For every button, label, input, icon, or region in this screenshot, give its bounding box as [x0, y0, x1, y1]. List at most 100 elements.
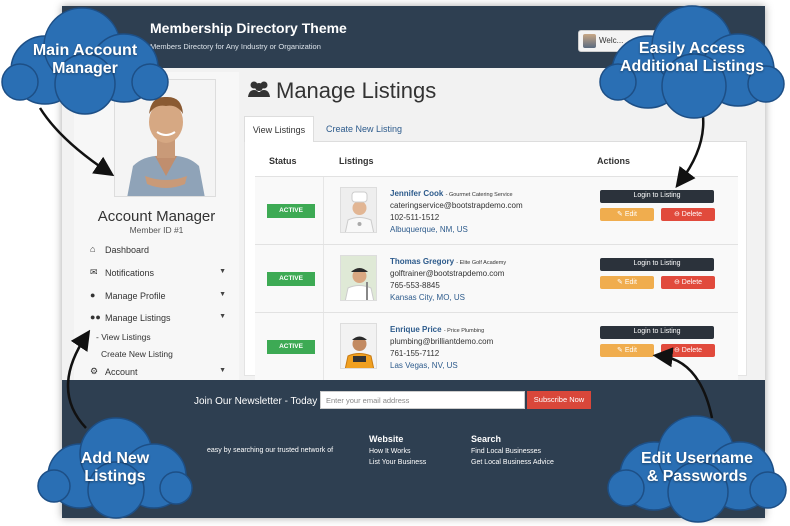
footer-website-heading: Website [369, 434, 404, 444]
callout-text: Edit Username & Passwords [606, 450, 788, 486]
listing-phone: 761-155-7112 [390, 349, 440, 358]
login-to-listing-button[interactable]: Login to Listing [600, 258, 714, 271]
users-icon [248, 78, 270, 104]
callout-line: Listings [84, 468, 146, 485]
callout-line: Easily Access [638, 40, 746, 57]
callout-main-account: Main Account Manager [0, 4, 170, 116]
stage: Membership Directory Theme Members Direc… [0, 0, 790, 526]
listing-name[interactable]: Jennifer Cook - Gourmet Catering Service [390, 189, 513, 198]
footer-link-find-businesses[interactable]: Find Local Businesses [471, 448, 541, 455]
tab-create-listing[interactable]: Create New Listing [316, 116, 412, 142]
listing-phone: 102-511-1512 [390, 213, 440, 222]
listing-tagline: - Gourmet Catering Service [445, 192, 513, 198]
sidebar-item-label: Account [105, 367, 138, 377]
listing-tagline: - Elite Golf Academy [456, 260, 507, 266]
listing-email: plumbing@brilliantdemo.com [390, 337, 494, 346]
callout-text: Add New Listings [36, 450, 194, 486]
column-header-listings: Listings [339, 156, 374, 166]
login-to-listing-button[interactable]: Login to Listing [600, 190, 714, 203]
caret-down-icon: ▼ [219, 367, 226, 374]
newsletter-label: Join Our Newsletter - Today [194, 396, 318, 407]
subscribe-button[interactable]: Subscribe Now [527, 391, 591, 409]
caret-down-icon: ▼ [219, 268, 226, 275]
minus-circle-icon: ⊖ [673, 347, 680, 354]
table-row: ACTIVE Jennifer Cook - Gourmet Catering … [255, 176, 738, 244]
sidebar-item-manage-listings[interactable]: ●● Manage Listings ▼ [90, 312, 230, 330]
edit-button[interactable]: ✎ Edit [600, 344, 654, 357]
minus-circle-icon: ⊖ [673, 279, 680, 286]
footer-link-business-advice[interactable]: Get Local Business Advice [471, 459, 554, 466]
delete-label: Delete [681, 211, 703, 218]
sidebar-item-label: Manage Listings [105, 313, 171, 323]
edit-label: Edit [624, 279, 637, 286]
sidebar-item-dashboard[interactable]: ⌂ Dashboard [90, 244, 230, 262]
envelope-icon: ✉ [90, 267, 98, 277]
table-row: ACTIVE Enrique Price - Price Plumbing pl… [255, 312, 738, 380]
listing-photo [340, 255, 377, 301]
callout-line: Main Account [32, 42, 138, 59]
callout-add-new-listings: Add New Listings [36, 414, 194, 522]
subnav-view-listings[interactable]: - View Listings [96, 332, 151, 342]
column-header-status: Status [269, 156, 297, 166]
edit-button[interactable]: ✎ Edit [600, 276, 654, 289]
sidebar-item-notifications[interactable]: ✉ Notifications ▼ [90, 267, 230, 285]
callout-line: Edit Username [640, 450, 754, 467]
sidebar-item-label: Dashboard [105, 245, 150, 255]
footer-link-list-business[interactable]: List Your Business [369, 459, 426, 466]
listing-photo [340, 187, 377, 233]
listing-name-text: Enrique Price [390, 325, 442, 334]
listing-location[interactable]: Albuquerque, NM, US [390, 225, 468, 234]
column-header-actions: Actions [597, 156, 631, 166]
sidebar-item-label: Notifications [105, 268, 155, 278]
listings-table: Status Listings Actions ACTIVE Jennifer … [244, 142, 747, 380]
column-divider [323, 313, 324, 380]
user-icon: ● [90, 290, 96, 300]
edit-label: Edit [624, 347, 637, 354]
edit-button[interactable]: ✎ Edit [600, 208, 654, 221]
table-row: ACTIVE Thomas Gregory - Elite Golf Acade… [255, 244, 738, 312]
column-divider [323, 177, 324, 244]
caret-down-icon: ▼ [219, 313, 226, 320]
footer-link-how-it-works[interactable]: How It Works [369, 448, 411, 455]
callout-line: Additional Listings [620, 58, 764, 75]
callout-line: & Passwords [646, 468, 748, 485]
account-name: Account Manager [97, 208, 216, 225]
caret-down-icon: ▼ [219, 291, 226, 298]
gear-icon: ⚙ [90, 366, 99, 376]
delete-button[interactable]: ⊖ Delete [661, 208, 715, 221]
sidebar-item-manage-profile[interactable]: ● Manage Profile ▼ [90, 290, 230, 308]
column-divider [323, 245, 324, 312]
listing-name-text: Jennifer Cook [390, 189, 444, 198]
listing-name[interactable]: Thomas Gregory - Elite Golf Academy [390, 257, 506, 266]
callout-text: Main Account Manager [0, 42, 170, 78]
listing-name[interactable]: Enrique Price - Price Plumbing [390, 325, 484, 334]
listing-photo [340, 323, 377, 369]
member-id: Member ID #1 [129, 225, 184, 235]
delete-button[interactable]: ⊖ Delete [661, 344, 715, 357]
sidebar: Account Manager Member ID #1 ⌂ Dashboard… [74, 72, 239, 380]
newsletter-email-input[interactable] [320, 391, 525, 409]
site-subtitle: Members Directory for Any Industry or Or… [150, 42, 321, 51]
listing-email: golftrainer@bootstrapdemo.com [390, 269, 505, 278]
pencil-icon: ✎ [617, 279, 623, 286]
footer-text: easy by searching our trusted network of [207, 447, 334, 454]
listing-location[interactable]: Kansas City, MO, US [390, 293, 465, 302]
login-to-listing-button[interactable]: Login to Listing [600, 326, 714, 339]
users-icon: ●● [90, 312, 101, 322]
listing-name-text: Thomas Gregory [390, 257, 455, 266]
home-icon: ⌂ [90, 244, 96, 254]
sidebar-item-label: Manage Profile [105, 291, 166, 301]
callout-edit-username: Edit Username & Passwords [606, 412, 788, 524]
callout-text: Easily Access Additional Listings [598, 40, 786, 76]
footer-search-heading: Search [471, 434, 502, 444]
page-title-text: Manage Listings [276, 78, 437, 103]
tab-view-listings[interactable]: View Listings [244, 116, 314, 142]
subnav-create-listing[interactable]: Create New Listing [101, 349, 173, 359]
delete-label: Delete [681, 279, 703, 286]
listing-email: cateringservice@bootstrapdemo.com [390, 201, 523, 210]
user-avatar-icon [583, 34, 596, 48]
site-title[interactable]: Membership Directory Theme [150, 20, 347, 36]
listing-location[interactable]: Las Vegas, NV, US [390, 361, 458, 370]
delete-button[interactable]: ⊖ Delete [661, 276, 715, 289]
pencil-icon: ✎ [617, 347, 623, 354]
